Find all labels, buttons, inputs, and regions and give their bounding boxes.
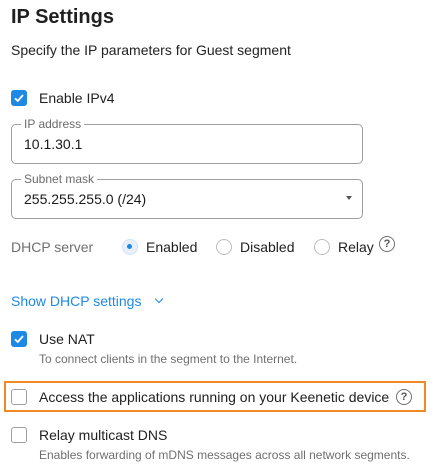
dhcp-disabled-radio[interactable] bbox=[216, 239, 232, 255]
help-icon[interactable]: ? bbox=[396, 389, 412, 405]
access-applications-checkbox[interactable] bbox=[11, 389, 27, 405]
relay-mdns-help: Enables forwarding of mDNS messages acro… bbox=[39, 448, 410, 462]
ip-settings-panel: IP Settings Specify the IP parameters fo… bbox=[0, 0, 444, 471]
subnet-mask-select[interactable]: Subnet mask 255.255.255.0 (/24) bbox=[11, 172, 363, 219]
help-icon[interactable]: ? bbox=[379, 236, 395, 252]
dhcp-enabled-radio[interactable] bbox=[122, 239, 138, 255]
dhcp-relay-label: Relay bbox=[338, 239, 374, 255]
dhcp-enabled-label: Enabled bbox=[146, 239, 198, 255]
page-title: IP Settings bbox=[11, 6, 114, 28]
check-icon bbox=[14, 335, 24, 344]
access-applications-label: Access the applications running on your … bbox=[39, 389, 390, 405]
use-nat-label: Use NAT bbox=[39, 331, 95, 347]
dropdown-arrow-icon bbox=[346, 196, 352, 200]
chevron-down-icon[interactable] bbox=[154, 294, 164, 304]
ip-address-label: IP address bbox=[21, 117, 85, 131]
check-icon bbox=[14, 94, 24, 103]
use-nat-checkbox[interactable] bbox=[11, 331, 27, 347]
dhcp-relay-radio[interactable] bbox=[314, 239, 330, 255]
dhcp-disabled-label: Disabled bbox=[240, 239, 295, 255]
relay-mdns-checkbox[interactable] bbox=[11, 427, 27, 443]
show-dhcp-settings-link[interactable]: Show DHCP settings bbox=[11, 293, 141, 309]
enable-ipv4-label: Enable IPv4 bbox=[39, 90, 115, 106]
relay-mdns-label: Relay multicast DNS bbox=[39, 427, 168, 443]
subnet-mask-value: 255.255.255.0 (/24) bbox=[24, 191, 147, 207]
use-nat-help: To connect clients in the segment to the… bbox=[39, 352, 298, 366]
subnet-mask-label: Subnet mask bbox=[21, 172, 98, 186]
enable-ipv4-checkbox[interactable] bbox=[11, 90, 27, 106]
dhcp-server-label: DHCP server bbox=[11, 239, 94, 255]
ip-address-value: 10.1.30.1 bbox=[24, 136, 83, 152]
ip-address-field[interactable]: IP address 10.1.30.1 bbox=[11, 117, 363, 164]
page-subtitle: Specify the IP parameters for Guest segm… bbox=[11, 42, 291, 58]
